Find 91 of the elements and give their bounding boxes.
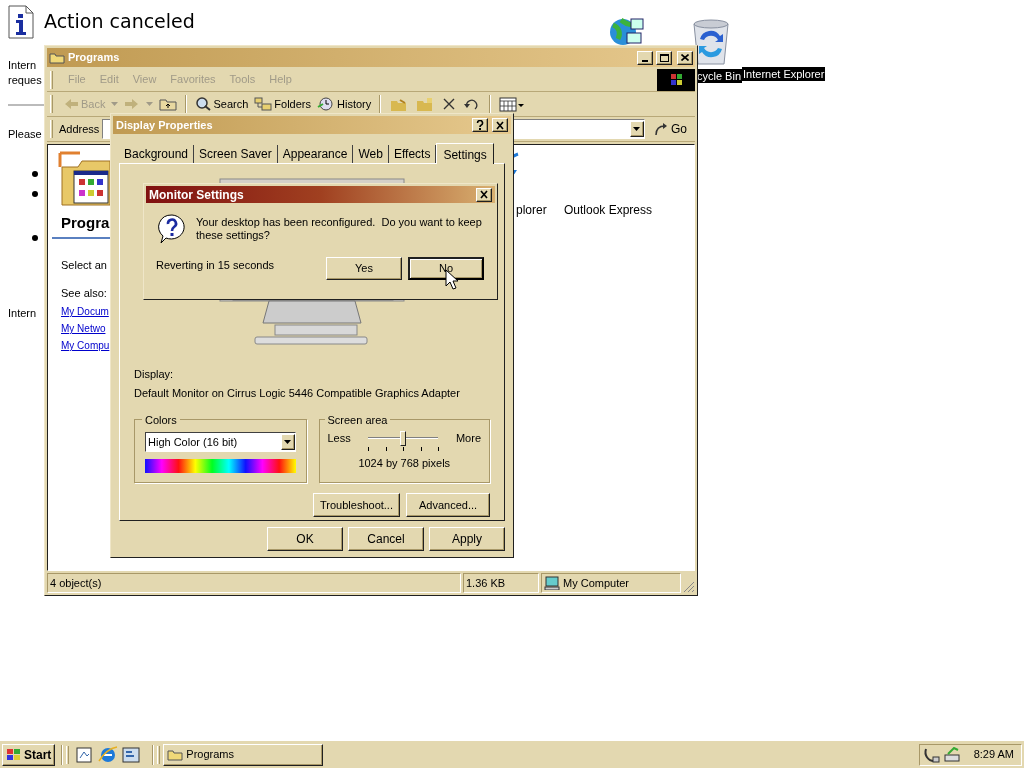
- folder-heading: Progra: [61, 213, 110, 233]
- go-button[interactable]: Go: [645, 120, 695, 138]
- tab[interactable]: Screen Saver: [194, 145, 278, 163]
- slider-track[interactable]: [368, 431, 439, 453]
- window-title: Programs: [68, 50, 121, 66]
- link[interactable]: My Docum: [61, 305, 109, 319]
- up-folder-icon: [159, 96, 178, 112]
- history-button[interactable]: History: [315, 94, 374, 114]
- close-button[interactable]: [677, 50, 693, 65]
- network-globe-icon[interactable]: [607, 15, 647, 45]
- close-icon: [495, 120, 505, 130]
- computer-icon: [544, 576, 560, 590]
- phone-icon[interactable]: [923, 746, 941, 763]
- display-name: Default Monitor on Cirrus Logic 5446 Compatible Graphics Adapter: [134, 385, 461, 401]
- windows-flag-icon: [6, 747, 22, 762]
- go-arrow-icon: [653, 122, 669, 136]
- minimize-button[interactable]: [637, 50, 653, 65]
- start-button[interactable]: Start: [2, 743, 56, 766]
- countdown-text: Reverting in 15 seconds: [156, 258, 275, 274]
- views-icon: [499, 96, 526, 112]
- folders-button[interactable]: Folders: [252, 94, 313, 114]
- caret-icon: [633, 127, 641, 131]
- body-text: Intern: [8, 305, 37, 321]
- tab[interactable]: Settings: [436, 143, 494, 164]
- minimize-icon: [642, 59, 648, 62]
- display-label: Display:: [134, 367, 175, 382]
- recycle-bin-icon[interactable]: [690, 18, 732, 66]
- status-field: 1.36 KB: [463, 573, 539, 593]
- dropdown-caret-icon: [111, 102, 119, 106]
- slider-label: Less: [327, 431, 351, 446]
- resize-grip-icon[interactable]: [683, 581, 695, 593]
- body-text: Intern: [8, 58, 37, 73]
- slider-label: More: [455, 431, 481, 446]
- push-button[interactable]: Cancel: [348, 527, 424, 551]
- page-title: Action canceled: [44, 9, 195, 34]
- taskbar-button[interactable]: Programs: [163, 743, 324, 766]
- status-field: My Computer: [541, 573, 681, 593]
- browser-e-icon[interactable]: [98, 745, 119, 764]
- message-text: Your desktop has been reconfigured. Do you want to keep these settings?: [196, 216, 483, 242]
- close-button[interactable]: [492, 118, 508, 132]
- clock: 8:29 AM: [973, 747, 1014, 763]
- question-icon: [476, 120, 484, 130]
- close-icon: [681, 54, 689, 61]
- tab[interactable]: Appearance: [277, 145, 354, 163]
- search-button[interactable]: Search: [193, 94, 251, 114]
- link[interactable]: My Netwo: [61, 322, 106, 336]
- bullet-icon: [32, 234, 38, 241]
- folders-icon: [254, 96, 273, 112]
- resolution-reading: 1024 by 768 pixels: [358, 456, 451, 471]
- push-button[interactable]: Advanced...: [406, 493, 490, 517]
- push-button[interactable]: No: [408, 257, 484, 280]
- file-label[interactable]: plorer: [516, 201, 547, 219]
- bullet-icon: [32, 170, 38, 177]
- body-text: Please: [8, 127, 42, 142]
- window-title: Monitor Settings: [149, 186, 245, 204]
- info-icon: [8, 5, 34, 39]
- magnifier-icon: [195, 96, 212, 112]
- folder-icon: [167, 748, 184, 761]
- caret-icon: [284, 440, 291, 444]
- tab[interactable]: Background: [119, 145, 195, 163]
- window-title: Display Properties: [116, 117, 214, 133]
- dropdown-caret-icon: [146, 102, 154, 106]
- windows-logo-icon: [657, 68, 695, 91]
- icon-label[interactable]: cycle Bin: [696, 69, 743, 83]
- back-arrow-icon: [63, 96, 79, 112]
- folder-icon: [49, 51, 65, 64]
- body-text: See also:: [61, 285, 107, 301]
- push-button[interactable]: Troubleshoot...: [313, 493, 400, 517]
- address-label: Address: [59, 121, 100, 137]
- link[interactable]: My Compu: [61, 339, 110, 353]
- slider-thumb[interactable]: [400, 431, 407, 446]
- colors-dropdown[interactable]: High Color (16 bit): [145, 432, 296, 452]
- close-button[interactable]: [476, 187, 492, 202]
- bullet-icon: [32, 190, 38, 197]
- push-button[interactable]: Yes: [326, 257, 402, 280]
- body-text: reques: [8, 73, 42, 88]
- channel-icon[interactable]: [121, 745, 142, 764]
- status-field: 4 object(s): [47, 573, 461, 593]
- maximize-icon: [659, 53, 669, 62]
- body-text: Select an: [61, 258, 107, 273]
- clock-icon: [317, 96, 335, 112]
- close-icon: [479, 190, 489, 199]
- dropdown-button[interactable]: [630, 121, 644, 137]
- maximize-button[interactable]: [656, 50, 672, 65]
- push-button[interactable]: Apply: [429, 527, 505, 551]
- icon-label[interactable]: Internet Explorer: [742, 67, 826, 81]
- tab[interactable]: Web: [353, 145, 389, 163]
- help-button[interactable]: [472, 118, 488, 132]
- file-label[interactable]: Outlook Express: [564, 201, 653, 219]
- question-bubble-icon: [156, 213, 188, 245]
- push-button[interactable]: OK: [267, 527, 343, 551]
